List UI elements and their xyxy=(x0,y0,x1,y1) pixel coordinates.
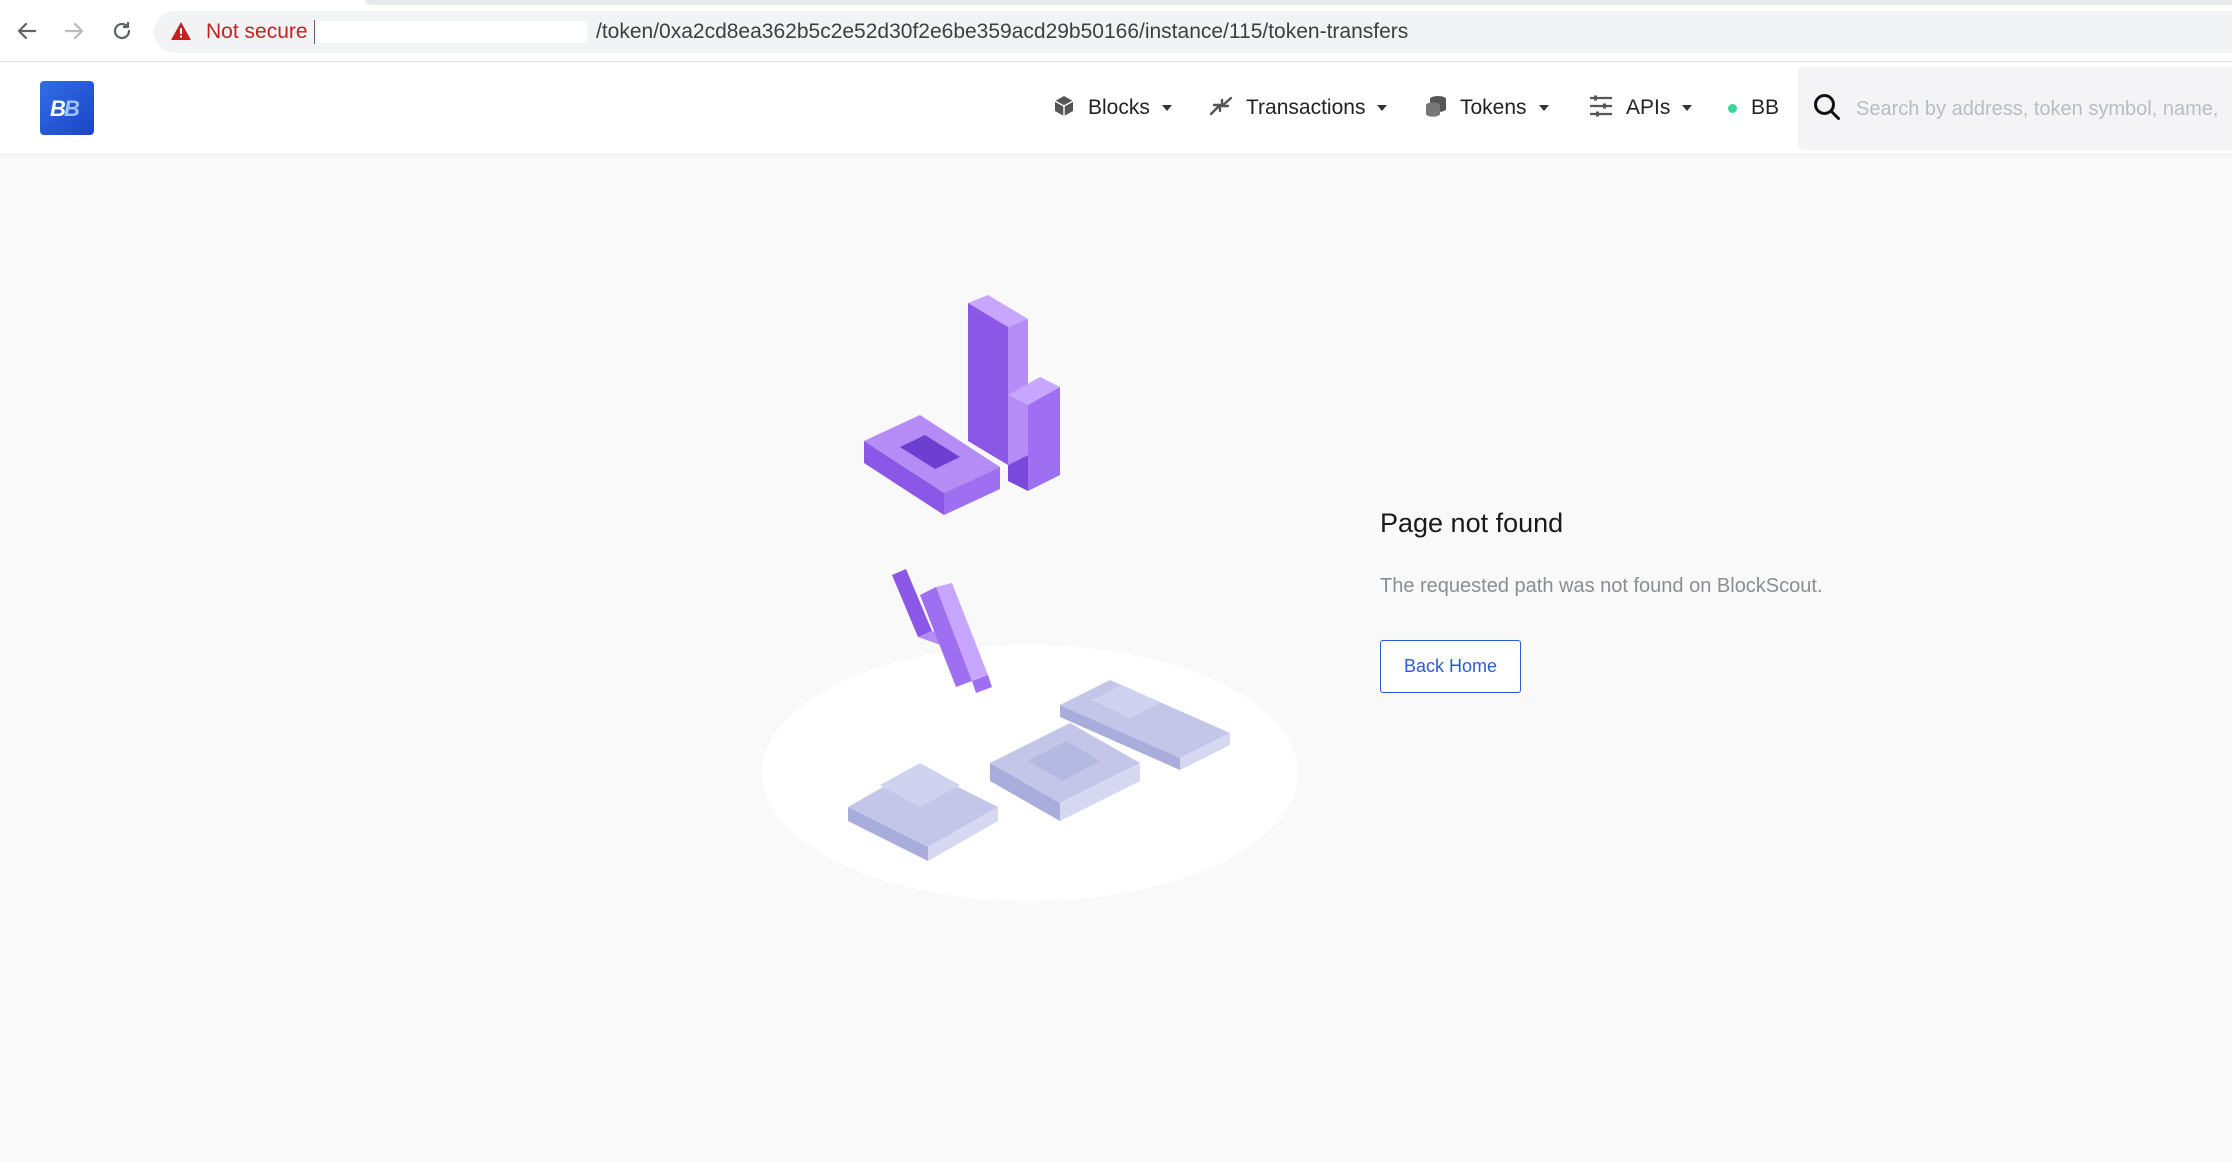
logo-mark-icon: B B xyxy=(50,96,80,121)
search-icon[interactable] xyxy=(1812,92,1842,127)
nav-transactions-label: Transactions xyxy=(1246,96,1366,119)
chevron-down-icon xyxy=(1377,105,1388,111)
url-path[interactable]: /token/0xa2cd8ea362b5c2e52d30f2e6be359ac… xyxy=(596,20,1408,44)
nav-tokens-label: Tokens xyxy=(1460,96,1527,119)
address-bar[interactable]: Not secure /token/0xa2cd8ea362b5c2e52d30… xyxy=(154,11,2232,53)
url-host-redacted xyxy=(317,21,587,43)
nav-blocks[interactable]: Blocks xyxy=(1052,92,1172,124)
page-title: Page not found xyxy=(1380,508,1564,538)
tab-strip-edge xyxy=(365,0,2232,5)
error-description: The requested path was not found on Bloc… xyxy=(1380,575,1823,597)
chevron-down-icon xyxy=(1682,105,1693,111)
coins-stack-icon xyxy=(1424,94,1448,123)
sliders-icon xyxy=(1588,94,1614,123)
app-header: B B Blocks Transactions Tokens APIs BB xyxy=(0,62,2232,155)
network-selector[interactable]: BB xyxy=(1728,92,1779,124)
search-bar[interactable] xyxy=(1798,67,2232,150)
back-arrow-icon[interactable] xyxy=(12,16,42,46)
network-status-dot xyxy=(1728,103,1737,113)
security-status-label[interactable]: Not secure xyxy=(206,20,308,44)
nav-apis[interactable]: APIs xyxy=(1588,92,1693,124)
nav-tokens[interactable]: Tokens xyxy=(1424,92,1549,124)
404-illustration xyxy=(760,295,1320,910)
nav-transactions[interactable]: Transactions xyxy=(1208,92,1388,124)
url-divider xyxy=(314,20,315,44)
warning-triangle-icon xyxy=(170,21,192,46)
arrows-exchange-icon xyxy=(1208,94,1234,123)
back-home-button[interactable]: Back Home xyxy=(1380,640,1521,693)
browser-toolbar: Not secure /token/0xa2cd8ea362b5c2e52d30… xyxy=(0,0,2232,62)
chevron-down-icon xyxy=(1161,105,1172,111)
nav-apis-label: APIs xyxy=(1626,96,1671,119)
search-input[interactable] xyxy=(1854,89,2232,129)
reload-icon[interactable] xyxy=(107,16,137,46)
chevron-down-icon xyxy=(1538,105,1549,111)
svg-text:B: B xyxy=(64,96,80,121)
forward-arrow-icon[interactable] xyxy=(59,16,89,46)
network-label: BB xyxy=(1751,96,1780,119)
cube-icon xyxy=(1052,94,1076,123)
logo[interactable]: B B xyxy=(40,81,94,135)
nav-blocks-label: Blocks xyxy=(1088,96,1150,119)
